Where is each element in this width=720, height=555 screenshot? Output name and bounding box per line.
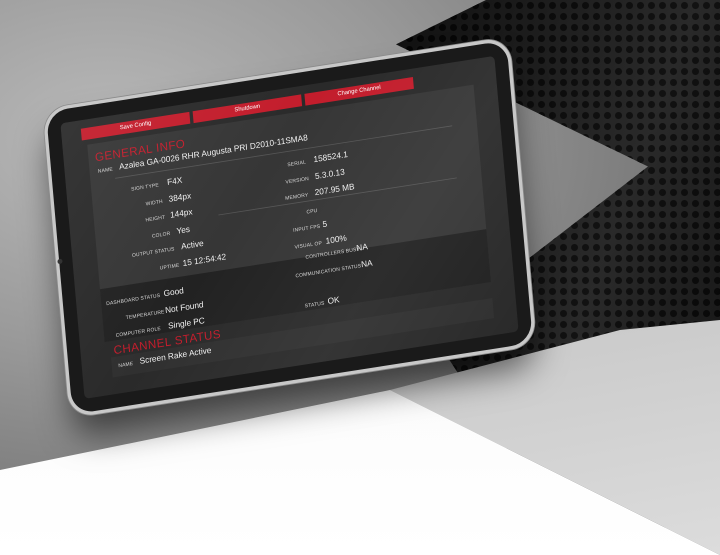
height-label: HEIGHT xyxy=(145,215,166,224)
color-value: Yes xyxy=(176,225,191,237)
serial-value: 158524.1 xyxy=(313,150,349,165)
height-value: 144px xyxy=(169,207,193,221)
camera-icon xyxy=(57,258,63,265)
visual-op-value: 100% xyxy=(325,233,348,247)
width-value: 384px xyxy=(168,191,192,205)
cpu-label: CPU xyxy=(306,208,318,216)
sign-type-label: SIGN TYPE xyxy=(130,183,160,193)
uptime-value: 15 12:54:42 xyxy=(182,252,227,269)
input-fps-label: INPUT FPS xyxy=(292,224,321,234)
output-status-label: OUTPUT STATUS xyxy=(131,247,175,259)
status-value: OK xyxy=(327,295,340,307)
version-label: VERSION xyxy=(285,176,310,186)
input-fps-value: 5 xyxy=(322,219,328,230)
version-value: 5.3.0.13 xyxy=(314,167,346,182)
sign-type-value: F4X xyxy=(166,175,183,188)
output-status-value: Active xyxy=(180,239,205,252)
visual-op-label: VISUAL OP xyxy=(294,241,323,251)
controllers-busy-value: NA xyxy=(355,242,369,254)
name-label: NAME xyxy=(97,167,114,175)
divider xyxy=(218,177,457,216)
tablet-screen: Save Config Shutdown Change Channel GENE… xyxy=(60,55,519,399)
communication-status-value: NA xyxy=(360,258,373,270)
color-label: COLOR xyxy=(151,231,171,240)
serial-label: SERIAL xyxy=(287,160,307,169)
uptime-label: UPTIME xyxy=(159,263,180,272)
width-label: WIDTH xyxy=(145,199,164,208)
